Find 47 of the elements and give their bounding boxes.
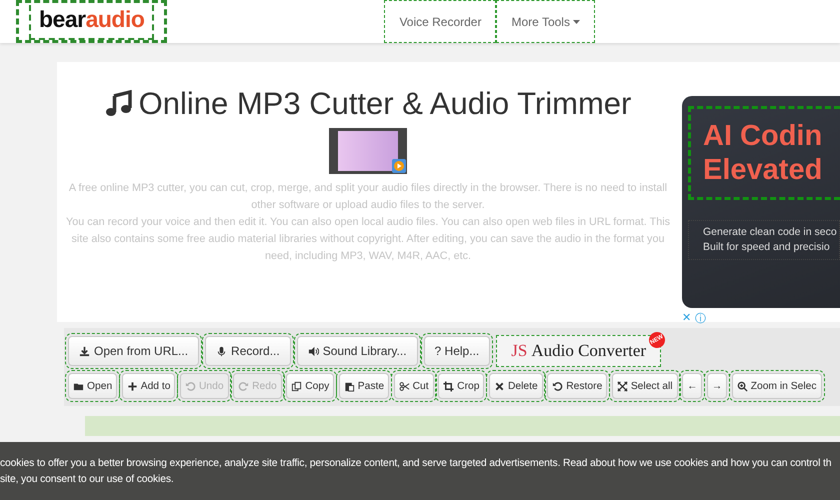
paste-icon (344, 380, 355, 392)
tool-button[interactable]: Delete (488, 373, 543, 399)
ad-text: Built for speed and precisio (703, 240, 831, 255)
toolbar-button[interactable]: Open from URL... (68, 336, 200, 366)
ad-banner[interactable]: AI Codin Elevated Generate clean code in seco Built for speed and precisio (682, 96, 840, 308)
description-paragraph: You can record your voice and then edit it. You can also open local audio files. You can also open web files in URL format. This site also contains some free audio material libraries without copyright. After editing, you can save the audio in the format you need, including MP3, WAV, M4R, AAC, etc. (64, 215, 671, 264)
cross-icon (494, 380, 505, 392)
ad-text: Generate clean code in seco (703, 225, 838, 240)
cookie-notice-text: site, you consent to our use of cookies. (0, 473, 174, 486)
music-note-icon (104, 90, 133, 118)
tool-button[interactable]: ← (682, 373, 702, 399)
undo-icon (184, 380, 196, 392)
copy-icon (291, 380, 302, 392)
toolbar-button[interactable]: ? Help... (424, 336, 490, 366)
download-icon (79, 346, 90, 356)
tool-button[interactable]: Paste (338, 373, 390, 399)
microphone-icon (216, 346, 228, 356)
tool-button[interactable]: Restore (547, 373, 608, 399)
site-logo[interactable]: bearaudio (29, 5, 154, 40)
ad-headline: AI Codin (703, 119, 824, 153)
tool-button[interactable]: Crop (438, 373, 484, 399)
nav-link[interactable]: Voice Recorder (384, 0, 496, 43)
page-title: Online MP3 Cutter & Audio Trimmer (138, 86, 632, 122)
plus-icon (126, 380, 138, 392)
tool-button[interactable]: Add to (122, 373, 176, 399)
toolbar-button[interactable]: Record... (205, 336, 291, 366)
crop-icon (443, 380, 454, 392)
tool-button[interactable]: Zoom in Selec (732, 373, 822, 399)
toolbar-button[interactable]: Sound Library... (296, 336, 418, 366)
ad-headline: Elevated (703, 153, 824, 187)
tool-button[interactable]: Cut (394, 373, 434, 399)
scissors-icon (398, 380, 410, 392)
tool-button[interactable]: Select all (612, 373, 678, 399)
tool-button[interactable]: Open (68, 373, 118, 399)
caret-icon (572, 20, 580, 24)
video-thumbnail[interactable] (329, 128, 407, 174)
nav-dropdown[interactable]: More Tools (496, 0, 595, 43)
play-icon (392, 159, 406, 173)
tool-button[interactable]: → (706, 373, 728, 399)
cookie-notice-text: cookies to offer you a better browsing experience, analyze site traffic, personalize content, and serve targeted advertisements. Read about how we use cookies and how you can control th (0, 457, 832, 470)
zoom-in-icon (736, 380, 748, 392)
speaker-icon (308, 346, 319, 356)
redo-icon (238, 380, 250, 392)
expand-icon (616, 380, 628, 392)
tool-button[interactable]: Copy (286, 373, 334, 399)
undo-icon (552, 380, 564, 392)
description-paragraph: A free online MP3 cutter, you can cut, crop, merge, and split your audio files directly in the browser. There is no need to install other software or upload audio files to the server. (68, 181, 668, 213)
